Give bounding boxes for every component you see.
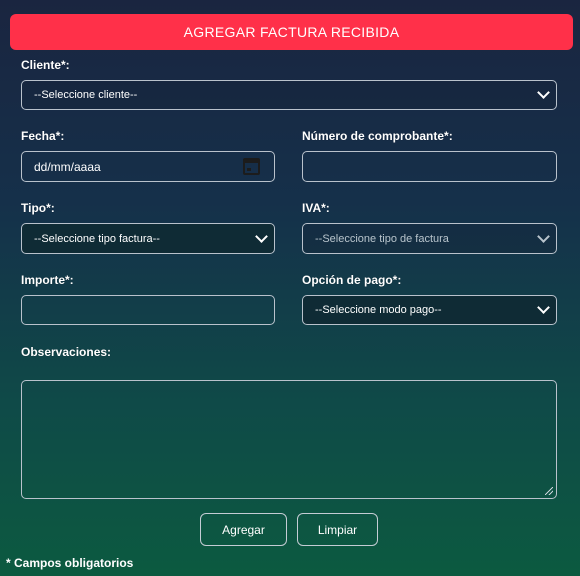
tipo-select[interactable]: --Seleccione tipo factura-- [21,223,275,254]
importe-label: Importe*: [21,273,74,287]
agregar-button[interactable]: Agregar [200,513,287,546]
calendar-icon[interactable] [243,158,260,175]
chevron-down-icon [537,86,550,99]
chevron-down-icon [255,229,268,243]
numero-input[interactable] [302,151,557,182]
form-title: AGREGAR FACTURA RECIBIDA [10,14,573,50]
iva-select-value: --Seleccione tipo de factura [315,232,449,245]
numero-label: Número de comprobante*: [302,129,453,143]
importe-input[interactable] [21,295,275,325]
observaciones-label: Observaciones: [21,345,112,359]
cliente-select[interactable]: --Seleccione cliente-- [21,80,557,110]
pago-label: Opción de pago*: [302,273,402,287]
limpiar-button[interactable]: Limpiar [297,513,378,546]
fecha-label: Fecha*: [21,129,65,143]
cliente-select-value: --Seleccione cliente-- [34,89,138,101]
cliente-label: Cliente*: [21,58,70,72]
pago-select-value: --Seleccione modo pago-- [315,304,442,316]
iva-select[interactable]: --Seleccione tipo de factura [302,223,557,254]
tipo-label: Tipo*: [21,201,55,215]
iva-label: IVA*: [302,201,330,215]
fecha-input-placeholder: dd/mm/aaaa [34,159,101,174]
required-fields-note: * Campos obligatorios [6,556,134,570]
chevron-down-icon [537,229,550,243]
tipo-select-value: --Seleccione tipo factura-- [34,232,160,245]
fecha-input[interactable]: dd/mm/aaaa [21,151,275,182]
observaciones-textarea[interactable] [21,380,557,499]
resize-handle-icon[interactable] [545,487,553,495]
chevron-down-icon [537,301,550,314]
pago-select[interactable]: --Seleccione modo pago-- [302,295,557,325]
